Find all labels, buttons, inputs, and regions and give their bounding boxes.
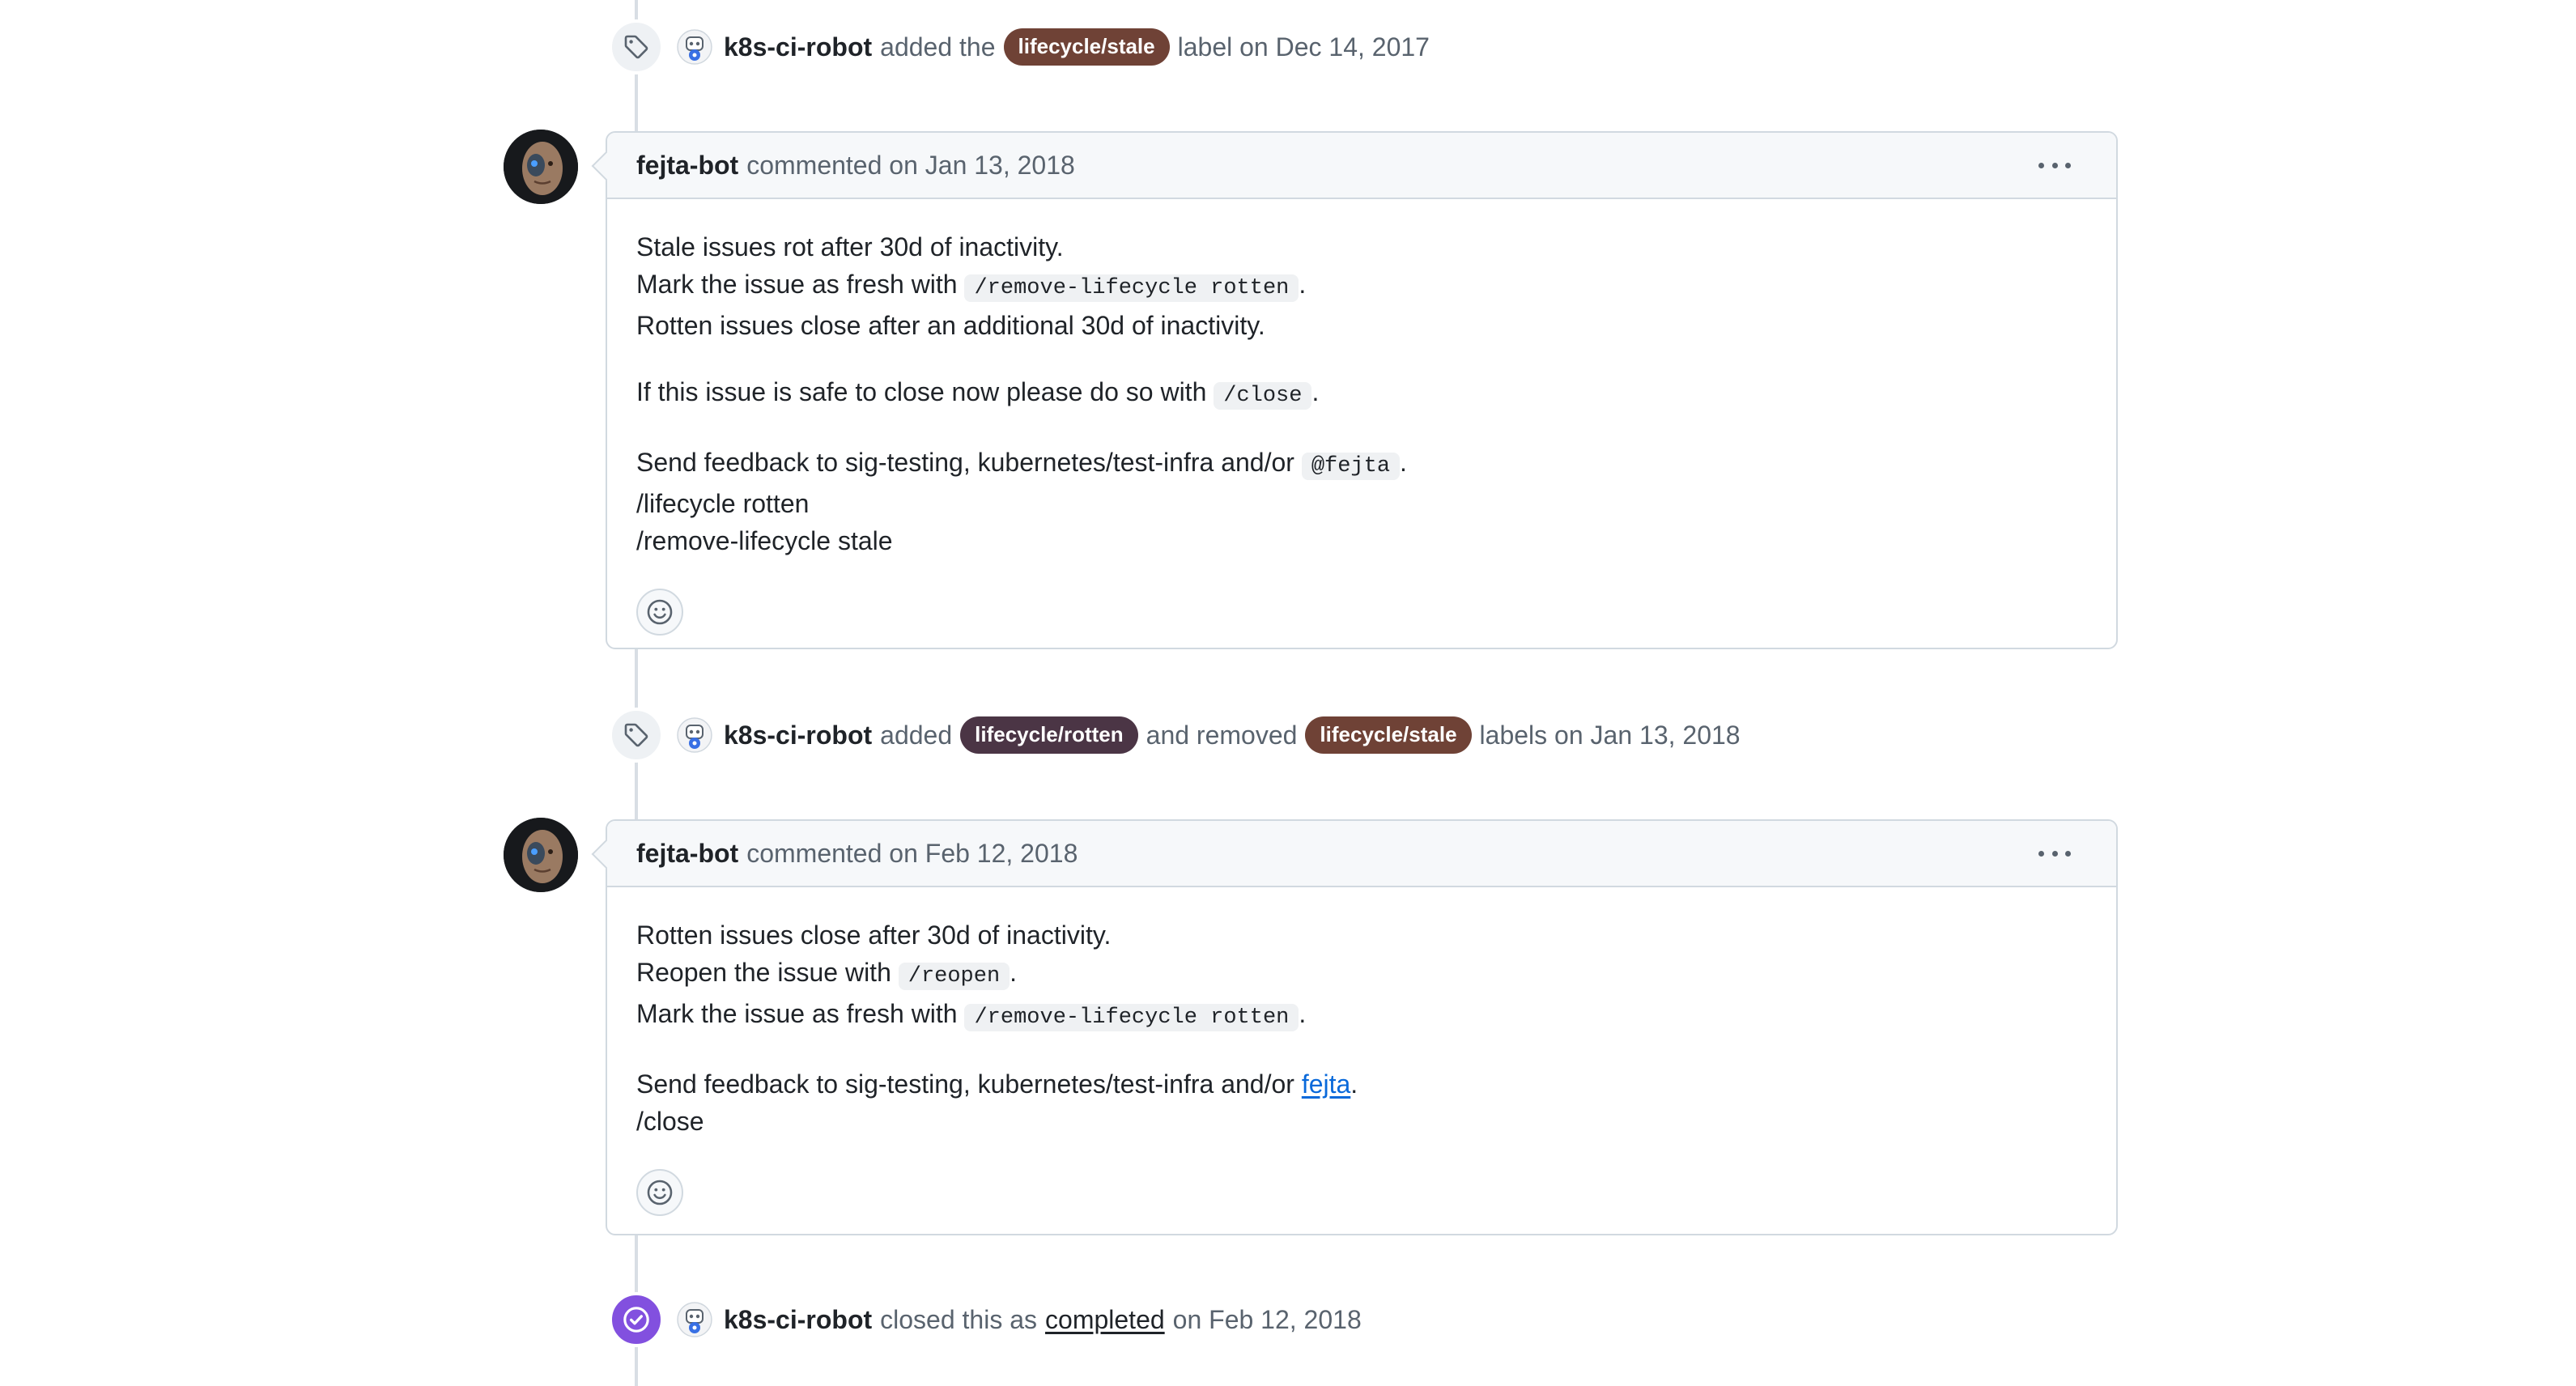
event-date-text: on Feb 12, 2018 <box>1172 1304 1362 1334</box>
event-action-text: closed this as <box>880 1304 1038 1334</box>
comment-text: Send feedback to sig-testing, kubernetes… <box>636 448 1294 477</box>
comment-body: Rotten issues close after 30d of inactiv… <box>607 887 2116 1216</box>
comment-paragraph: Rotten issues close after 30d of inactiv… <box>636 916 2087 1036</box>
comment-text: Send feedback to sig-testing, kubernetes… <box>636 1069 1294 1099</box>
smiley-icon <box>647 599 673 625</box>
inline-code: /reopen <box>898 963 1010 990</box>
comment-text: Rotten issues close after an additional … <box>636 311 1265 340</box>
comment-text: . <box>1299 999 1307 1028</box>
inline-code: @fejta <box>1301 453 1401 480</box>
comment-text: . <box>1400 448 1407 477</box>
comment-text: /lifecycle rotten <box>636 489 810 518</box>
label-lifecycle-stale[interactable]: lifecycle/stale <box>1305 716 1472 754</box>
tag-icon <box>609 708 664 763</box>
check-circle-icon <box>609 1292 664 1347</box>
add-reaction-button[interactable] <box>636 589 683 636</box>
comment-author-link[interactable]: fejta-bot <box>636 839 738 869</box>
smiley-icon <box>647 1180 673 1205</box>
event-actor-link[interactable]: k8s-ci-robot <box>724 1305 872 1335</box>
label-lifecycle-stale[interactable]: lifecycle/stale <box>1003 28 1170 66</box>
commenter-avatar[interactable] <box>504 818 578 892</box>
actor-avatar[interactable] <box>677 1302 712 1337</box>
comment-card: fejta-bot commented on Jan 13, 2018 Stal… <box>591 131 2118 649</box>
comment-text: Mark the issue as fresh with <box>636 270 958 299</box>
label-lifecycle-rotten[interactable]: lifecycle/rotten <box>960 716 1138 754</box>
comment-paragraph: Stale issues rot after 30d of inactivity… <box>636 228 2087 344</box>
inline-code: /close <box>1214 382 1312 410</box>
kebab-horizontal-icon[interactable] <box>2038 840 2071 866</box>
event-action-text: added <box>880 720 953 750</box>
comment-text: /close <box>636 1107 704 1136</box>
comment-author-link[interactable]: fejta-bot <box>636 151 738 181</box>
event-action-text: added the <box>880 32 996 62</box>
comment-paragraph: Send feedback to sig-testing, kubernetes… <box>636 1065 2087 1140</box>
comment-header: fejta-bot commented on Feb 12, 2018 <box>607 821 2116 887</box>
event-actor-link[interactable]: k8s-ci-robot <box>724 721 872 750</box>
comment-text: Reopen the issue with <box>636 958 891 987</box>
tag-icon <box>609 19 664 74</box>
comment-text: /remove-lifecycle stale <box>636 526 893 555</box>
inline-code: /remove-lifecycle rotten <box>964 1004 1299 1031</box>
timeline-event-label-added: k8s-ci-robot added the lifecycle/stale l… <box>677 23 1430 71</box>
commenter-avatar[interactable] <box>504 130 578 204</box>
comment-timestamp-link[interactable]: commented on Jan 13, 2018 <box>746 151 1075 181</box>
kebab-horizontal-icon[interactable] <box>2038 152 2071 178</box>
event-date-text: labels on Jan 13, 2018 <box>1479 720 1741 750</box>
actor-avatar[interactable] <box>677 29 712 65</box>
inline-code: /remove-lifecycle rotten <box>964 274 1299 302</box>
comment-body: Stale issues rot after 30d of inactivity… <box>607 199 2116 636</box>
comment-text: Mark the issue as fresh with <box>636 999 958 1028</box>
fejta-user-link[interactable]: fejta <box>1302 1069 1350 1099</box>
event-date-text: label on Dec 14, 2017 <box>1177 32 1430 62</box>
comment-paragraph: If this issue is safe to close now pleas… <box>636 373 2087 415</box>
comment-text: . <box>1299 270 1307 299</box>
comment-text: . <box>1010 958 1018 987</box>
timeline-event-closed: k8s-ci-robot closed this as completed on… <box>677 1295 1362 1344</box>
comment-text: Rotten issues close after 30d of inactiv… <box>636 920 1112 950</box>
actor-avatar[interactable] <box>677 717 712 753</box>
comment-text: If this issue is safe to close now pleas… <box>636 377 1207 406</box>
comment-text: Stale issues rot after 30d of inactivity… <box>636 232 1064 261</box>
event-actor-link[interactable]: k8s-ci-robot <box>724 32 872 62</box>
completed-state-link[interactable]: completed <box>1045 1305 1165 1335</box>
event-action-text: and removed <box>1146 720 1298 750</box>
comment-header: fejta-bot commented on Jan 13, 2018 <box>607 133 2116 199</box>
comment-text: . <box>1350 1069 1358 1099</box>
comment-text: . <box>1311 377 1320 406</box>
comment-timestamp-link[interactable]: commented on Feb 12, 2018 <box>746 839 1078 869</box>
comment-card: fejta-bot commented on Feb 12, 2018 Rott… <box>591 819 2118 1235</box>
timeline-event-labels-changed: k8s-ci-robot added lifecycle/rotten and … <box>677 711 1741 759</box>
add-reaction-button[interactable] <box>636 1169 683 1216</box>
comment-paragraph: Send feedback to sig-testing, kubernetes… <box>636 444 2087 559</box>
